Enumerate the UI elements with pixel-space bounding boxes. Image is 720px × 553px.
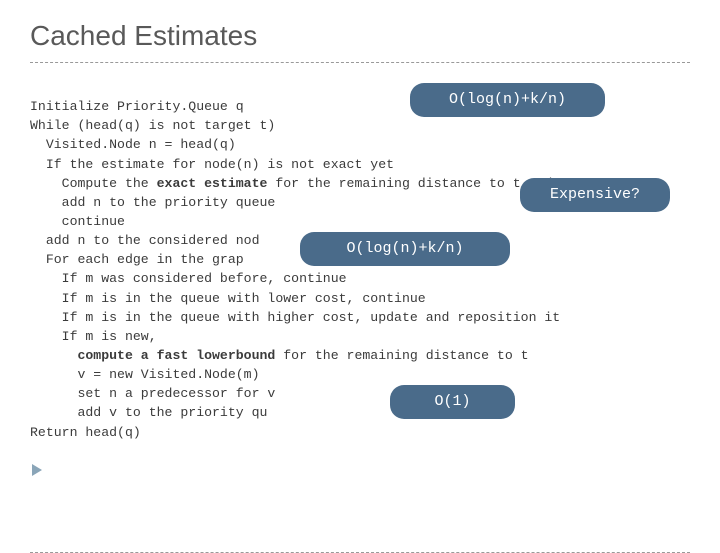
code-line: Compute the exact estimate for the remai… xyxy=(30,176,552,191)
code-line: If m is in the queue with higher cost, u… xyxy=(30,310,560,325)
code-line: If the estimate for node(n) is not exact… xyxy=(30,157,394,172)
code-line: add n to the considered nod xyxy=(30,233,260,248)
code-line: continue xyxy=(30,214,125,229)
code-line: set n a predecessor for v xyxy=(30,386,275,401)
code-line: compute a fast lowerbound for the remain… xyxy=(30,348,529,363)
code-line: If m is in the queue with lower cost, co… xyxy=(30,291,426,306)
code-line: add v to the priority qu xyxy=(30,405,267,420)
code-line: Return head(q) xyxy=(30,425,141,440)
code-line: v = new Visited.Node(m) xyxy=(30,367,260,382)
divider-top xyxy=(30,62,690,63)
code-line: If m was considered before, continue xyxy=(30,271,347,286)
annotation-bubble: O(1) xyxy=(390,385,515,419)
annotation-bubble: Expensive? xyxy=(520,178,670,212)
code-line: For each edge in the grap xyxy=(30,252,244,267)
code-line: Initialize Priority.Queue q xyxy=(30,99,244,114)
code-line: add n to the priority queue xyxy=(30,195,275,210)
arrow-icon xyxy=(32,464,42,476)
slide-title: Cached Estimates xyxy=(30,20,690,52)
annotation-bubble: O(log(n)+k/n) xyxy=(410,83,605,117)
code-line: If m is new, xyxy=(30,329,157,344)
code-line: While (head(q) is not target t) xyxy=(30,118,275,133)
annotation-bubble: O(log(n)+k/n) xyxy=(300,232,510,266)
slide: Cached Estimates Initialize Priority.Que… xyxy=(0,0,720,540)
code-line: Visited.Node n = head(q) xyxy=(30,137,236,152)
code-block: Initialize Priority.Queue q While (head(… xyxy=(30,78,690,537)
